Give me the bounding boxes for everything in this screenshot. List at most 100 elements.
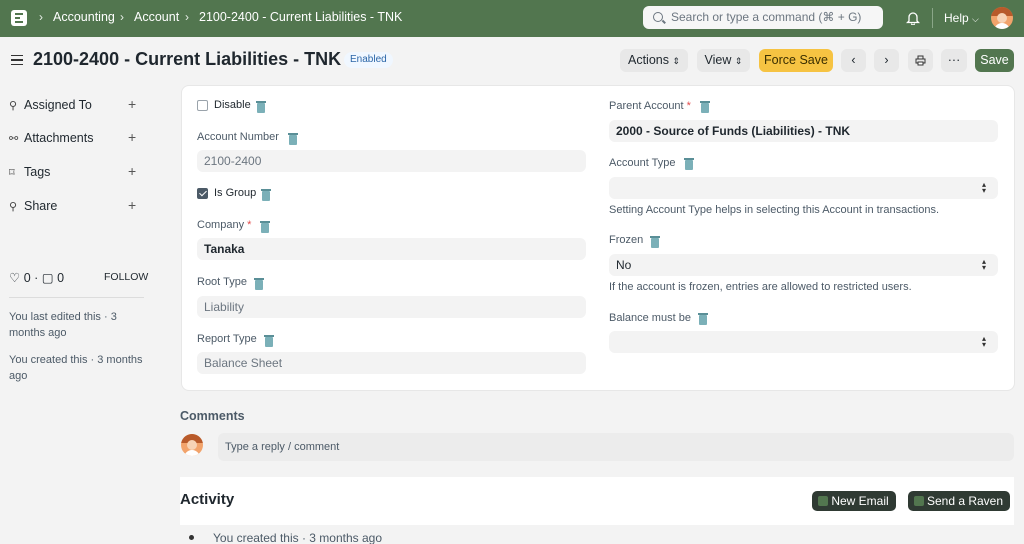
updown-chevron-icon: ⇕: [672, 56, 681, 66]
breadcrumb-accounting[interactable]: Accounting: [53, 10, 115, 24]
trash-icon[interactable]: [288, 132, 298, 145]
frozen-label: Frozen: [609, 234, 644, 246]
status-badge: Enabled: [344, 52, 393, 68]
trash-icon[interactable]: [264, 334, 274, 347]
likes-count[interactable]: ♡ 0 · ▢ 0: [9, 270, 64, 285]
comments-value: 0: [57, 271, 65, 285]
breadcrumb-current[interactable]: 2100-2400 - Current Liabilities - TNK: [199, 10, 402, 24]
save-button[interactable]: Save: [975, 49, 1014, 72]
add-assignee-icon[interactable]: +: [128, 96, 136, 112]
chevron-right-icon: ›: [39, 10, 43, 24]
sidebar-toggle-icon[interactable]: [11, 55, 23, 65]
send-raven-button[interactable]: Send a Raven: [908, 491, 1010, 511]
trash-icon[interactable]: [261, 188, 271, 201]
chevron-right-icon: ›: [884, 53, 889, 67]
page-title: 2100-2400 - Current Liabilities - TNK: [33, 49, 342, 69]
comment-icon: ▢: [41, 271, 54, 285]
trash-icon[interactable]: [260, 220, 270, 233]
trash-icon[interactable]: [254, 277, 264, 290]
ellipsis-icon: ···: [947, 53, 961, 67]
commenter-avatar: [181, 434, 203, 456]
balance-must-be-select[interactable]: ▴ ▾: [609, 331, 998, 353]
frozen-value: No: [616, 258, 632, 272]
activity-heading: Activity: [180, 491, 235, 508]
activity-entry: You created this · 3 months ago: [213, 531, 382, 544]
report-type-field[interactable]: Balance Sheet: [197, 352, 586, 374]
tag-icon: ⌑: [9, 167, 15, 179]
follow-button[interactable]: FOLLOW: [104, 271, 148, 283]
previous-button[interactable]: ‹: [841, 49, 866, 72]
sidebar-item-tags[interactable]: ⌑ Tags: [9, 165, 50, 179]
trash-icon[interactable]: [684, 157, 694, 170]
required-marker: *: [686, 100, 691, 112]
comment-input[interactable]: Type a reply / comment: [218, 433, 1014, 461]
is-group-label: Is Group: [214, 187, 257, 199]
frozen-help: If the account is frozen, entries are al…: [609, 281, 912, 293]
new-email-label: New Email: [831, 494, 889, 508]
more-options-button[interactable]: ···: [941, 49, 967, 72]
is-group-checkbox[interactable]: [197, 188, 208, 199]
account-type-help: Setting Account Type helps in selecting …: [609, 204, 939, 216]
heart-icon: ♡: [9, 271, 21, 285]
chevron-left-icon: ‹: [851, 53, 856, 67]
report-type-label: Report Type: [197, 333, 257, 345]
parent-account-label: Parent Account *: [609, 100, 691, 112]
account-type-select[interactable]: ▴ ▾: [609, 177, 998, 199]
search-icon: [653, 12, 663, 22]
actions-button[interactable]: Actions ⇕: [620, 49, 688, 72]
company-field[interactable]: Tanaka: [197, 238, 586, 260]
last-edited-text: You last edited this · 3 months ago: [9, 311, 117, 339]
sidebar-item-attachments[interactable]: ⚯ Attachments: [9, 131, 93, 145]
search-placeholder: Search or type a command (⌘ + G): [671, 10, 862, 24]
chevron-right-icon: ›: [185, 10, 189, 24]
next-button[interactable]: ›: [874, 49, 899, 72]
frozen-select[interactable]: No ▴ ▾: [609, 254, 998, 276]
help-dropdown[interactable]: Help ⌵: [944, 11, 979, 25]
sidebar-item-label: Attachments: [24, 131, 94, 145]
trash-icon[interactable]: [700, 100, 710, 113]
add-share-icon[interactable]: +: [128, 197, 136, 213]
view-label: View: [704, 53, 732, 67]
balance-must-be-label: Balance must be: [609, 312, 691, 324]
account-type-label: Account Type: [609, 157, 676, 169]
sidebar-item-label: Assigned To: [24, 98, 92, 112]
sidebar-divider: [9, 297, 144, 298]
chevron-right-icon: ›: [120, 10, 124, 24]
sidebar-item-assigned-to[interactable]: ⚲ Assigned To: [9, 98, 92, 112]
root-type-label: Root Type: [197, 276, 247, 288]
trash-icon[interactable]: [650, 235, 660, 248]
send-raven-label: Send a Raven: [926, 494, 1004, 508]
disable-label: Disable: [214, 99, 251, 111]
trash-icon[interactable]: [256, 100, 266, 113]
force-save-button[interactable]: Force Save: [759, 49, 833, 72]
new-email-button[interactable]: New Email: [812, 491, 896, 511]
add-attachment-icon[interactable]: +: [128, 129, 136, 145]
required-marker: *: [247, 219, 252, 231]
chevron-down-icon: ⌵: [972, 14, 979, 24]
search-input[interactable]: Search or type a command (⌘ + G): [643, 6, 883, 29]
print-button[interactable]: [908, 49, 933, 72]
view-button[interactable]: View ⇕: [697, 49, 750, 72]
user-avatar[interactable]: [991, 7, 1013, 29]
root-type-field[interactable]: Liability: [197, 296, 586, 318]
disable-checkbox[interactable]: [197, 100, 208, 111]
sidebar-item-share[interactable]: ⚲ Share: [9, 199, 57, 213]
email-icon: [818, 496, 828, 506]
breadcrumb-account[interactable]: Account: [134, 10, 179, 24]
raven-icon: [914, 496, 924, 506]
app-logo-icon[interactable]: [9, 8, 29, 28]
likes-value: 0: [23, 271, 31, 285]
company-label: Company *: [197, 219, 251, 231]
timeline-dot: [189, 535, 194, 540]
add-tag-icon[interactable]: +: [128, 163, 136, 179]
printer-icon: [915, 55, 926, 66]
navbar-divider: [932, 8, 933, 28]
created-text: You created this · 3 months ago: [9, 354, 143, 382]
bell-icon[interactable]: [906, 10, 920, 25]
trash-icon[interactable]: [698, 312, 708, 325]
account-number-field[interactable]: 2100-2400: [197, 150, 586, 172]
company-label-text: Company: [197, 219, 245, 231]
paperclip-icon: ⚯: [9, 133, 19, 145]
parent-account-field[interactable]: 2000 - Source of Funds (Liabilities) - T…: [609, 120, 998, 142]
updown-chevron-icon: ▴ ▾: [981, 180, 986, 195]
